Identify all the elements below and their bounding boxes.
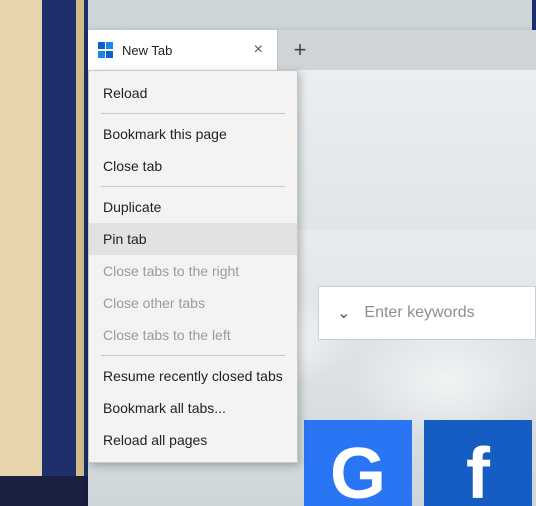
menu-item-close-tabs-to-the-right: Close tabs to the right [89, 255, 297, 287]
search-placeholder: Enter keywords [364, 304, 474, 322]
close-tab-button[interactable]: × [250, 41, 267, 59]
speed-dial-tiles: G f [304, 420, 536, 506]
wallpaper-stripe [0, 0, 42, 506]
tile-facebook[interactable]: f [424, 420, 532, 506]
browser-window: New Tab × + ⌄ Enter keywords G f Google [88, 30, 536, 506]
menu-separator [101, 186, 285, 187]
tile-google[interactable]: G [304, 420, 412, 506]
search-bar[interactable]: ⌄ Enter keywords [318, 286, 536, 340]
menu-item-duplicate[interactable]: Duplicate [89, 191, 297, 223]
desktop-wallpaper: New Tab × + ⌄ Enter keywords G f Google [0, 0, 536, 506]
google-icon: G [330, 433, 386, 506]
menu-item-reload[interactable]: Reload [89, 77, 297, 109]
menu-item-reload-all-pages[interactable]: Reload all pages [89, 424, 297, 456]
menu-separator [101, 113, 285, 114]
menu-item-close-tab[interactable]: Close tab [89, 150, 297, 182]
browser-tab[interactable]: New Tab × [88, 30, 278, 70]
facebook-icon: f [466, 433, 490, 506]
wallpaper-stripe [42, 0, 76, 506]
tab-strip: New Tab × + [88, 30, 536, 70]
tab-title: New Tab [122, 43, 242, 58]
menu-item-close-other-tabs: Close other tabs [89, 287, 297, 319]
chevron-down-icon: ⌄ [337, 303, 350, 323]
menu-item-bookmark-all-tabs[interactable]: Bookmark all tabs... [89, 392, 297, 424]
menu-item-resume-recently-closed-tabs[interactable]: Resume recently closed tabs [89, 360, 297, 392]
new-tab-button[interactable]: + [278, 30, 322, 70]
page-icon [98, 42, 114, 58]
menu-item-close-tabs-to-the-left: Close tabs to the left [89, 319, 297, 351]
menu-item-pin-tab[interactable]: Pin tab [89, 223, 297, 255]
menu-separator [101, 355, 285, 356]
wallpaper-stripe [76, 0, 84, 506]
menu-item-bookmark-this-page[interactable]: Bookmark this page [89, 118, 297, 150]
tab-context-menu: Reload Bookmark this pageClose tab Duplica… [88, 70, 298, 463]
